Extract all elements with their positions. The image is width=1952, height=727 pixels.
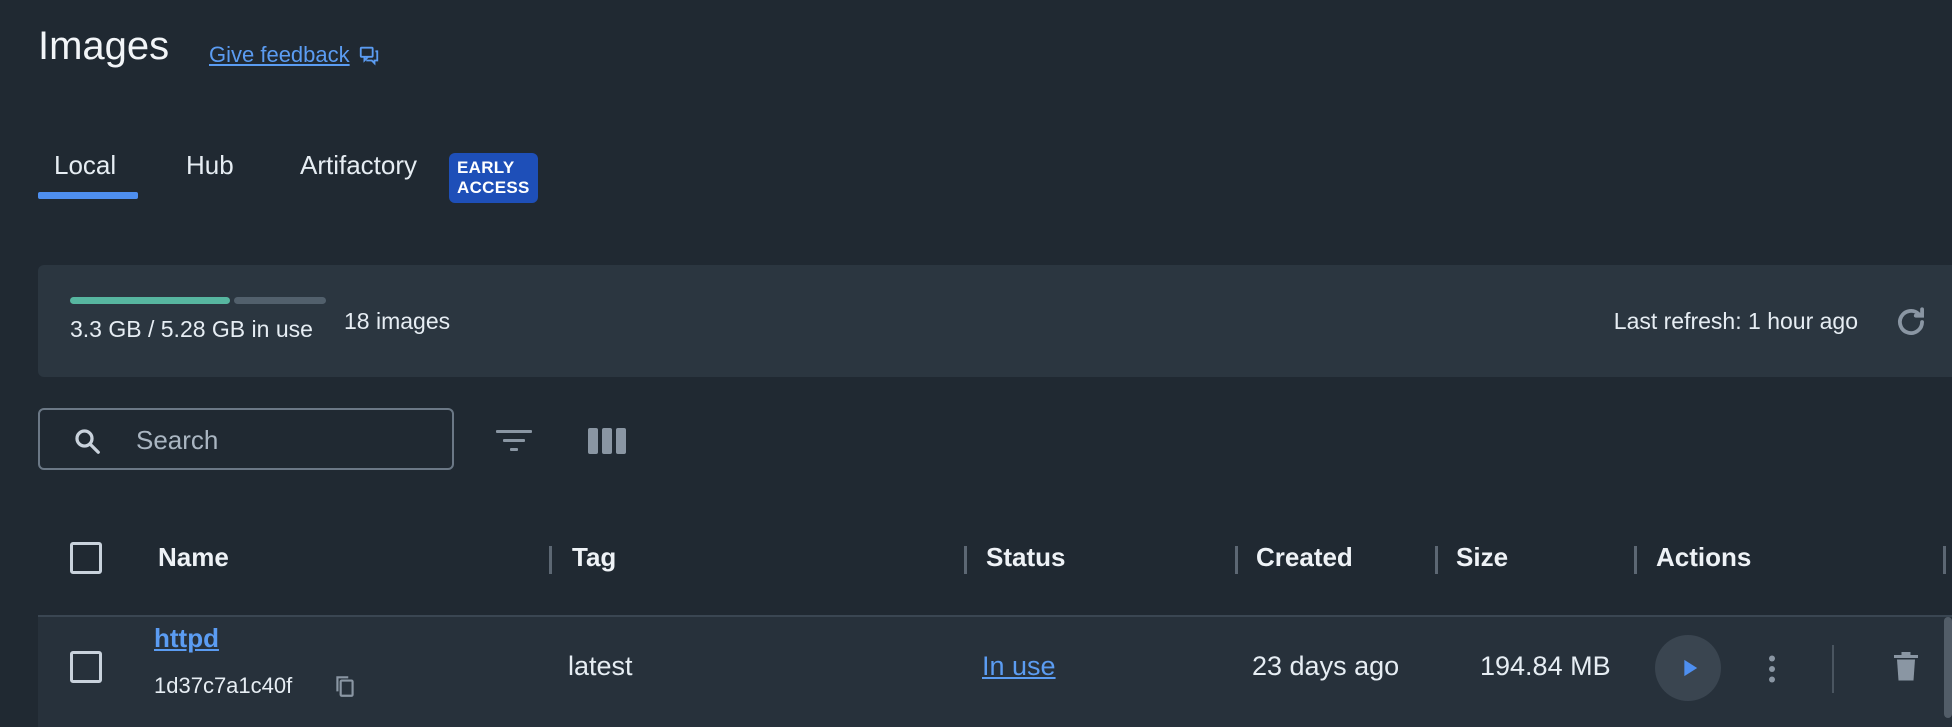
disk-usage-bar-used [70,297,230,304]
image-count: 18 images [344,308,451,334]
tab-local[interactable]: Local [54,150,116,181]
search-input[interactable] [134,420,438,460]
filter-icon[interactable] [494,426,534,456]
disk-usage-bar-free [234,297,326,304]
column-header-name[interactable]: Name [158,542,229,573]
column-resizer[interactable] [964,546,967,574]
action-divider [1832,645,1834,693]
column-resizer[interactable] [1235,546,1238,574]
column-header-status[interactable]: Status [986,542,1065,573]
select-all-checkbox[interactable] [70,542,102,574]
search-icon [75,429,100,454]
disk-usage-panel: 3.3 GB / 5.28 GB in use 18 images Last r… [38,265,1952,377]
row-checkbox[interactable] [70,651,102,683]
active-tab-indicator [38,192,138,199]
scrollbar[interactable] [1944,617,1952,718]
search-box[interactable] [38,408,454,470]
image-tag: latest [568,651,633,681]
tab-hub[interactable]: Hub [186,150,234,181]
table-row[interactable]: httpd 1d37c7a1c40f latest In use 23 days… [38,617,1952,727]
early-access-badge: EARLY ACCESS [449,153,538,203]
column-resizer[interactable] [549,546,552,574]
table-header: Name Tag Status Created Size Actions [38,520,1952,616]
column-resizer[interactable] [1634,546,1637,574]
give-feedback-link[interactable]: Give feedback [209,42,380,68]
more-options-icon[interactable] [1754,651,1790,687]
image-size: 194.84 MB [1480,651,1611,681]
image-name-link[interactable]: httpd [154,623,219,654]
feedback-icon [359,46,378,66]
column-header-tag[interactable]: Tag [572,542,616,573]
image-status-link[interactable]: In use [982,651,1056,682]
trash-icon[interactable] [1888,649,1924,685]
columns-icon[interactable] [586,424,628,458]
column-header-size[interactable]: Size [1456,542,1508,573]
copy-icon[interactable] [332,673,358,699]
column-resizer[interactable] [1435,546,1438,574]
disk-usage-text: 3.3 GB / 5.28 GB in use [70,316,313,342]
run-button[interactable] [1655,635,1721,701]
column-header-created[interactable]: Created [1256,542,1353,573]
tab-artifactory[interactable]: Artifactory [300,150,417,181]
image-id: 1d37c7a1c40f [154,673,293,698]
play-icon [1684,659,1698,677]
refresh-icon[interactable] [1892,303,1930,341]
last-refresh-text: Last refresh: 1 hour ago [1613,308,1858,334]
image-created: 23 days ago [1252,651,1400,681]
give-feedback-label[interactable]: Give feedback [209,42,350,68]
page-title: Images [38,24,170,68]
column-resizer[interactable] [1943,546,1946,574]
column-header-actions: Actions [1656,542,1752,572]
